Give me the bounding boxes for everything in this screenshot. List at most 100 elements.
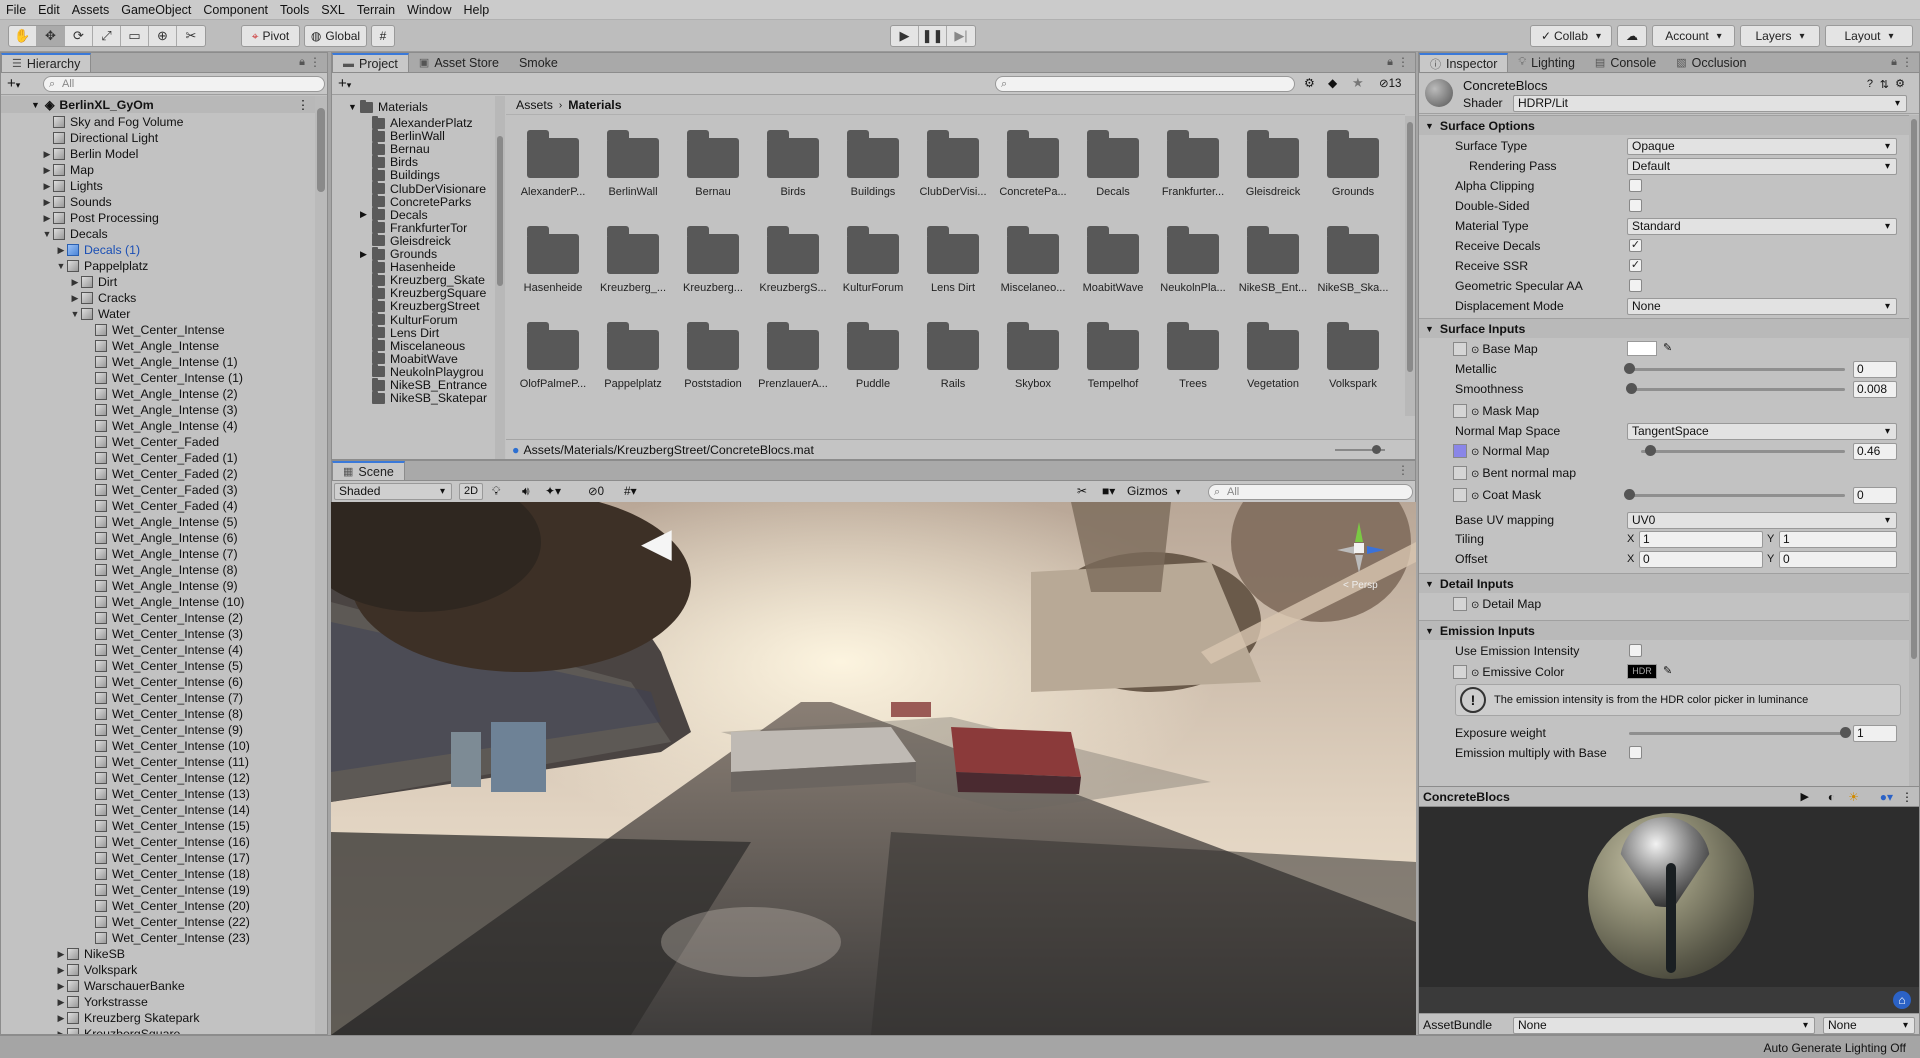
tiling-x-field[interactable]: 1: [1639, 530, 1763, 548]
scrollbar-thumb[interactable]: [497, 136, 503, 286]
hierarchy-item[interactable]: Wet_Angle_Intense (1): [1, 354, 315, 370]
scene-search-input[interactable]: All: [1208, 484, 1413, 500]
z-axis-cone[interactable]: [1367, 546, 1385, 554]
hierarchy-item[interactable]: Wet_Center_Intense (3): [1, 626, 315, 642]
hierarchy-item[interactable]: ▶ Decals (1): [1, 242, 315, 258]
base-color-swatch[interactable]: [1627, 341, 1657, 356]
expanded-arrow-icon[interactable]: ▼: [41, 229, 53, 239]
assetbundle-variant-dropdown[interactable]: None: [1823, 1017, 1915, 1034]
cloud-button[interactable]: ☁: [1617, 25, 1647, 47]
y-axis-cone[interactable]: [1355, 522, 1363, 542]
rotate-tool-icon[interactable]: ⟳: [65, 26, 93, 46]
x-axis-cone[interactable]: [1337, 546, 1355, 554]
assetbundle-dropdown[interactable]: None: [1513, 1017, 1815, 1034]
collapsed-arrow-icon[interactable]: ▶: [41, 213, 53, 224]
asset-folder[interactable]: Decals: [1076, 130, 1150, 198]
lock-icon[interactable]: 🔒︎: [1387, 56, 1393, 69]
asset-folder[interactable]: Poststadion: [676, 322, 750, 390]
grid-scrollbar[interactable]: [1405, 116, 1415, 416]
tab-console[interactable]: ▤ Console: [1585, 53, 1666, 72]
normal-map-field[interactable]: 0.46: [1853, 442, 1897, 460]
tiling-y-field[interactable]: 1: [1779, 530, 1897, 548]
hierarchy-item[interactable]: ▶ NikeSB: [1, 946, 315, 962]
asset-folder[interactable]: Miscelaneo...: [996, 226, 1070, 294]
asset-folder[interactable]: OlofPalmeP...: [516, 322, 590, 390]
collab-dropdown[interactable]: ✓ Collab: [1530, 25, 1612, 47]
hierarchy-item[interactable]: Wet_Center_Intense (22): [1, 914, 315, 930]
hierarchy-item[interactable]: Wet_Center_Intense (13): [1, 786, 315, 802]
hierarchy-item[interactable]: Wet_Center_Intense (2): [1, 610, 315, 626]
tree-item-materials[interactable]: ▼ Materials: [332, 99, 495, 115]
menu-icon[interactable]: ⋮: [309, 55, 321, 69]
account-dropdown[interactable]: Account: [1652, 25, 1735, 47]
lighting-toggle-icon[interactable]: 💡︎: [492, 484, 500, 499]
coat-mask-slider[interactable]: [1624, 487, 1845, 504]
hierarchy-item[interactable]: Wet_Angle_Intense (3): [1, 402, 315, 418]
hierarchy-item[interactable]: ▶ Kreuzberg Skatepark: [1, 1010, 315, 1026]
collapsed-arrow-icon[interactable]: ▶: [55, 1013, 67, 1024]
hierarchy-item[interactable]: Directional Light: [1, 130, 315, 146]
eyedropper-icon[interactable]: ✎: [1663, 664, 1672, 677]
preview-mesh-icon[interactable]: ◐: [1828, 790, 1835, 804]
breadcrumb-assets[interactable]: Assets: [516, 98, 553, 112]
hierarchy-search-input[interactable]: All: [43, 76, 325, 92]
hierarchy-item[interactable]: Wet_Center_Intense (8): [1, 706, 315, 722]
preview-light-icon[interactable]: ☀: [1848, 790, 1859, 804]
collapsed-arrow-icon[interactable]: ▶: [360, 249, 372, 260]
use-emission-intensity-checkbox[interactable]: [1629, 644, 1642, 657]
hierarchy-item[interactable]: ▶ Cracks: [1, 290, 315, 306]
layers-dropdown[interactable]: Layers: [1740, 25, 1820, 47]
search-by-type-icon[interactable]: ⚙: [1304, 76, 1315, 90]
expanded-arrow-icon[interactable]: ▼: [69, 309, 81, 319]
bent-normal-map-texture-slot[interactable]: [1453, 466, 1467, 480]
hierarchy-item[interactable]: ▶ Map: [1, 162, 315, 178]
pivot-toggle[interactable]: ⌖ Pivot: [241, 25, 300, 47]
asset-folder[interactable]: Kreuzberg...: [676, 226, 750, 294]
hierarchy-item[interactable]: ▶ WarschauerBanke: [1, 978, 315, 994]
normal-map-texture-slot[interactable]: [1453, 444, 1467, 458]
asset-folder[interactable]: NikeSB_Ska...: [1316, 226, 1390, 294]
asset-folder[interactable]: Bernau: [676, 130, 750, 198]
asset-folder[interactable]: Puddle: [836, 322, 910, 390]
hierarchy-item[interactable]: Wet_Center_Intense: [1, 322, 315, 338]
asset-folder[interactable]: KreuzbergS...: [756, 226, 830, 294]
hierarchy-item[interactable]: ▼ Water: [1, 306, 315, 322]
menu-item-sxl[interactable]: SXL: [315, 0, 351, 20]
global-toggle[interactable]: ◍ Global: [304, 25, 367, 47]
displacement-mode-dropdown[interactable]: None: [1627, 297, 1897, 315]
hierarchy-item[interactable]: Wet_Angle_Intense (4): [1, 418, 315, 434]
emissive-color-swatch[interactable]: HDR: [1627, 664, 1657, 679]
hierarchy-item[interactable]: Wet_Angle_Intense (2): [1, 386, 315, 402]
2d-toggle[interactable]: 2D: [459, 483, 483, 500]
surface-inputs-header[interactable]: ▼ Surface Inputs: [1419, 318, 1909, 338]
collapsed-arrow-icon[interactable]: ▶: [69, 277, 81, 288]
hierarchy-item[interactable]: Wet_Center_Intense (20): [1, 898, 315, 914]
menu-item-gameobject[interactable]: GameObject: [115, 0, 197, 20]
hierarchy-item[interactable]: Wet_Angle_Intense (10): [1, 594, 315, 610]
asset-folder[interactable]: Frankfurter...: [1156, 130, 1230, 198]
menu-item-component[interactable]: Component: [197, 0, 274, 20]
hierarchy-item[interactable]: Wet_Center_Faded: [1, 434, 315, 450]
orientation-gizmo[interactable]: < Persp: [1331, 522, 1391, 591]
play-icon[interactable]: ▶: [891, 26, 919, 46]
hierarchy-item[interactable]: Wet_Angle_Intense (8): [1, 562, 315, 578]
asset-folder[interactable]: Rails: [916, 322, 990, 390]
asset-folder[interactable]: Trees: [1156, 322, 1230, 390]
smoothness-field[interactable]: 0.008: [1853, 380, 1897, 398]
asset-folder[interactable]: Lens Dirt: [916, 226, 990, 294]
menu-icon[interactable]: ⋮: [1901, 790, 1913, 804]
hierarchy-item[interactable]: Wet_Center_Intense (9): [1, 722, 315, 738]
surface-options-header[interactable]: ▼ Surface Options: [1419, 115, 1909, 135]
collapsed-arrow-icon[interactable]: ▶: [41, 197, 53, 208]
tab-occlusion[interactable]: ▧ Occlusion: [1666, 53, 1756, 72]
emission-inputs-header[interactable]: ▼ Emission Inputs: [1419, 620, 1909, 640]
hierarchy-item[interactable]: Wet_Center_Faded (2): [1, 466, 315, 482]
menu-item-edit[interactable]: Edit: [32, 0, 66, 20]
material-type-dropdown[interactable]: Standard: [1627, 217, 1897, 235]
icon-size-slider[interactable]: [1335, 445, 1385, 454]
hierarchy-item[interactable]: Wet_Center_Intense (11): [1, 754, 315, 770]
hidden-packages-toggle[interactable]: ⊘13: [1379, 76, 1401, 90]
hierarchy-item[interactable]: ▶ Berlin Model: [1, 146, 315, 162]
favorite-star-icon[interactable]: ★: [1352, 75, 1364, 91]
hierarchy-item[interactable]: Wet_Center_Intense (14): [1, 802, 315, 818]
